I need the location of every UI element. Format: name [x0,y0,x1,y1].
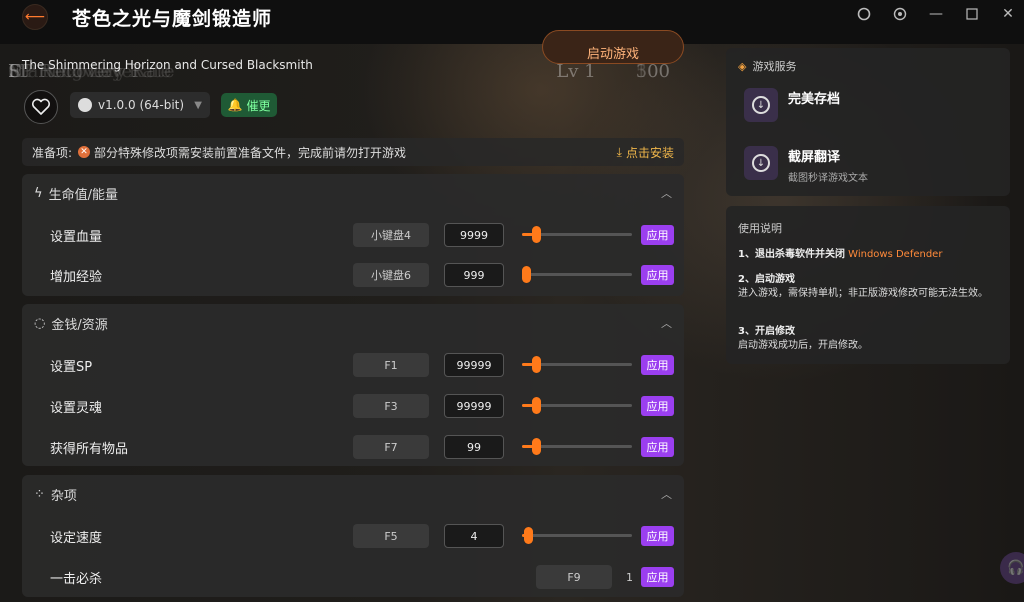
bell-icon: 🔔 [227,98,243,112]
apply-button[interactable]: 应用 [641,437,674,457]
usage-step: 2、启动游戏 进入游戏，需保持单机；非正版游戏修改可能无法生效。 [738,274,988,299]
apply-button[interactable]: 应用 [641,526,674,546]
chevron-up-icon[interactable]: ︿ [661,315,672,331]
apply-button[interactable]: 应用 [641,225,674,245]
value-slider[interactable] [522,356,632,373]
value-input[interactable]: 999 [444,263,504,287]
usage-step: 3、开启修改 启动游戏成功后，开启修改。 [738,326,868,351]
apply-button[interactable]: 应用 [641,396,674,416]
usage-step: 1、退出杀毒软件并关闭 Windows Defender [738,249,943,260]
hotkey-button[interactable]: F7 [353,435,429,459]
version-select[interactable]: v1.0.0 (64-bit) ▼ [70,92,210,118]
prep-bar: 准备项: ✕ 部分特殊修改项需安装前置准备文件，完成前请勿打开游戏 ⤓ 点击安装 [22,138,684,166]
section-health: ϟ 生命值/能量 ︿ 设置血量 小键盘4 9999 应用 增加经验 小键盘6 9… [22,174,684,296]
hotkey-button[interactable]: 小键盘4 [353,223,429,247]
user-icon[interactable] [856,6,872,22]
download-circle-icon: ↓ [744,146,778,180]
settings-icon[interactable] [892,6,908,22]
section-money: ◌ 金钱/资源 ︿ 设置SP F1 99999 应用 设置灵魂 F3 99999… [22,304,684,466]
value-input[interactable]: 99999 [444,394,504,418]
prep-message: 部分特殊修改项需安装前置准备文件，完成前请勿打开游戏 [94,145,407,160]
prep-label: 准备项: [32,145,73,160]
section-header[interactable]: ϟ 生命值/能量 ︿ [22,174,684,212]
money-bag-icon: ◌ [34,315,46,331]
value-input[interactable]: 4 [444,524,504,548]
maximize-icon[interactable] [964,6,980,22]
hotkey-button[interactable]: F9 [536,565,612,589]
value-slider[interactable] [522,226,632,243]
cheat-row: 设定速度 F5 4 应用 [22,521,684,551]
hotkey-button[interactable]: 小键盘6 [353,263,429,287]
cheat-row: 设置灵魂 F3 99999 应用 [22,391,684,421]
hotkey-button[interactable]: F1 [353,353,429,377]
chevron-down-icon: ▼ [194,99,202,111]
service-item-save[interactable]: ↓ 完美存档 [744,88,840,122]
value-slider[interactable] [522,438,632,455]
favorite-button[interactable] [24,90,58,124]
version-label: v1.0.0 (64-bit) [98,98,185,112]
value-slider[interactable] [522,397,632,414]
cheat-row: 获得所有物品 F7 99 应用 [22,432,684,462]
launch-game-button[interactable]: 启动游戏 [542,30,684,64]
apply-button[interactable]: 应用 [641,265,674,285]
close-icon[interactable]: ✕ [1000,6,1016,22]
chevron-up-icon[interactable]: ︿ [661,185,672,201]
apply-button[interactable]: 应用 [641,355,674,375]
hotkey-button[interactable]: F3 [353,394,429,418]
value-input[interactable]: 9999 [444,223,504,247]
misc-grid-icon: ⁘ [34,486,45,502]
service-item-translate[interactable]: ↓ 截屏翻译 截图秒译游戏文本 [744,146,868,184]
heart-icon [31,98,51,115]
arrow-left-icon: ⟵ [24,9,46,25]
hotkey-button[interactable]: F5 [353,524,429,548]
support-headset-button[interactable]: 🎧 [1000,552,1024,584]
section-misc: ⁘ 杂项 ︿ 设定速度 F5 4 应用 一击必杀 F9 1 应用 [22,475,684,597]
toggle-count: 1 [626,570,633,584]
cheat-row: 设置SP F1 99999 应用 [22,350,684,380]
value-slider[interactable] [522,266,632,283]
steam-icon [78,98,92,112]
headset-icon: 🎧 [1007,560,1024,576]
app-title: 苍色之光与魔剑锻造师 [72,8,273,30]
back-button[interactable]: ⟵ [22,4,48,30]
minimize-icon[interactable]: — [928,6,944,22]
title-bar: ⟵ 苍色之光与魔剑锻造师 — ✕ [0,0,1024,44]
value-input[interactable]: 99999 [444,353,504,377]
lightning-icon: ϟ [34,185,43,201]
cheat-row: 一击必杀 F9 1 应用 [22,562,684,592]
urge-update-button[interactable]: 🔔 催更 [221,93,277,117]
apply-button[interactable]: 应用 [641,567,674,587]
warning-icon: ✕ [78,146,91,158]
gift-box-icon: ◈ [738,59,747,73]
chevron-up-icon[interactable]: ︿ [661,486,672,502]
section-header[interactable]: ⁘ 杂项 ︿ [22,475,684,513]
value-input[interactable]: 99 [444,435,504,459]
cheat-row: 设置血量 小键盘4 9999 应用 [22,220,684,250]
services-title: ◈ 游戏服务 [738,59,797,74]
value-slider[interactable] [522,527,632,544]
game-subtitle: The Shimmering Horizon and Cursed Blacks… [22,58,313,72]
cheat-row: 增加经验 小键盘6 999 应用 [22,260,684,290]
download-icon: ⤓ [616,144,622,159]
usage-title: 使用说明 [738,222,782,235]
install-link[interactable]: ⤓ 点击安装 [617,144,674,161]
section-header[interactable]: ◌ 金钱/资源 ︿ [22,304,684,342]
download-circle-icon: ↓ [744,88,778,122]
